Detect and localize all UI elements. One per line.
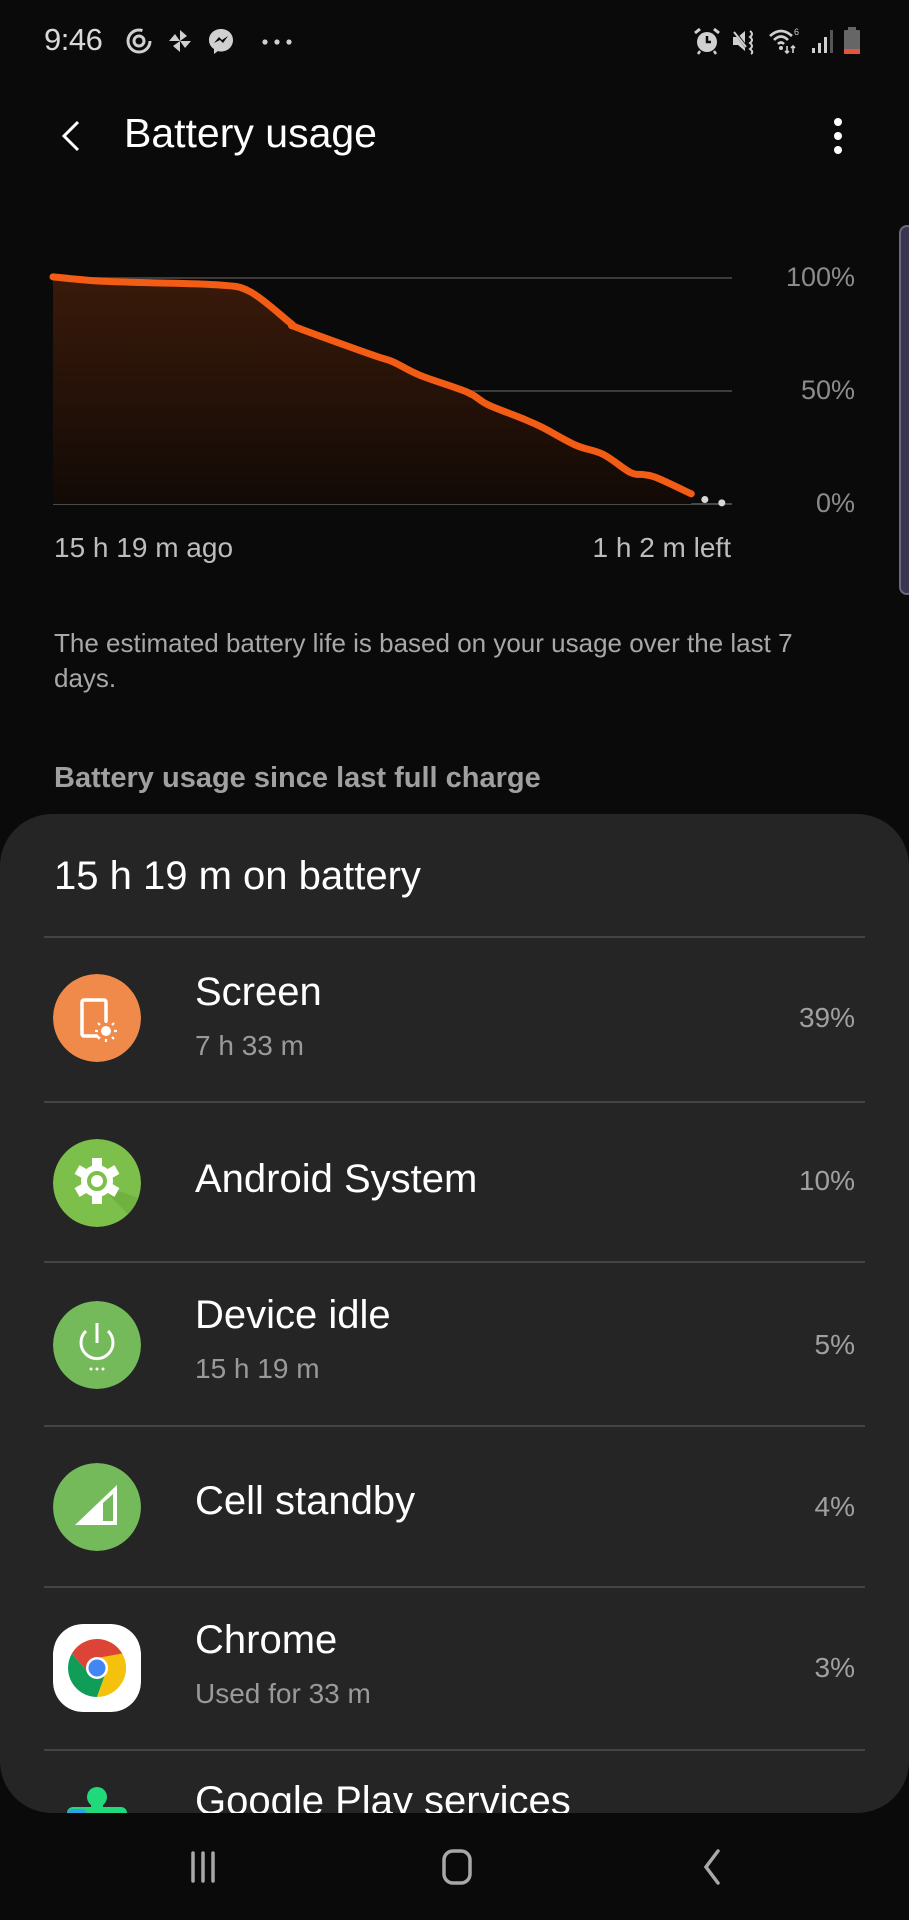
on-battery-duration: 15 h 19 m on battery xyxy=(54,854,421,898)
usage-item-percent: 4% xyxy=(814,1491,855,1522)
status-bar: 9:46 6 xyxy=(0,0,909,86)
sync-icon xyxy=(124,26,154,56)
back-chevron-icon xyxy=(61,120,80,152)
usage-item-screen[interactable]: Screen 7 h 33 m 39% xyxy=(0,938,909,1102)
usage-card: 15 h 19 m on battery Screen 7 h 33 m 39%… xyxy=(0,814,909,1813)
more-notifications-icon xyxy=(259,26,295,56)
home-button[interactable] xyxy=(427,1847,487,1887)
usage-item-percent: 5% xyxy=(814,1329,855,1360)
recents-icon xyxy=(191,1851,215,1883)
screen-brightness-icon xyxy=(53,974,141,1062)
usage-item-name: Android System xyxy=(195,1157,478,1201)
estimate-dot xyxy=(701,495,709,503)
usage-item-name: Cell standby xyxy=(195,1479,416,1523)
edge-panel-handle[interactable] xyxy=(899,225,909,595)
status-time: 9:46 xyxy=(44,22,103,57)
usage-item-android-system[interactable]: Android System 10% xyxy=(0,1103,909,1263)
usage-item-sub: Used for 33 m xyxy=(195,1678,371,1709)
section-header: Battery usage since last full charge xyxy=(54,762,541,794)
back-button[interactable] xyxy=(50,114,94,158)
battery-chart-svg xyxy=(49,273,732,507)
y-tick-50: 50% xyxy=(800,375,855,405)
usage-item-cell-standby[interactable]: Cell standby 4% xyxy=(0,1427,909,1587)
recents-button[interactable] xyxy=(173,1847,233,1887)
svg-text:6: 6 xyxy=(794,27,799,37)
chrome-icon xyxy=(53,1624,141,1712)
battery-chart: 100% 50% 0% 15 h 19 m ago 1 h 2 m left xyxy=(0,220,909,580)
power-icon xyxy=(53,1301,141,1389)
usage-item-percent: 39% xyxy=(798,1002,855,1033)
navigation-bar xyxy=(0,1813,909,1920)
pinwheel-app-icon xyxy=(165,26,195,56)
estimate-dot xyxy=(718,499,726,507)
usage-item-percent: 10% xyxy=(798,1165,855,1196)
usage-item-name: Device idle xyxy=(195,1293,391,1337)
usage-item-percent: 3% xyxy=(814,1652,855,1683)
alarm-icon xyxy=(692,26,722,56)
home-icon xyxy=(442,1849,472,1885)
usage-item-sub: 7 h 33 m xyxy=(195,1030,304,1061)
usage-item-google-play-services[interactable]: Google Play services xyxy=(0,1751,909,1813)
usage-item-name: Chrome xyxy=(195,1618,338,1662)
usage-item-name: Google Play services xyxy=(195,1779,571,1813)
app-bar: Battery usage xyxy=(0,86,909,186)
page-title: Battery usage xyxy=(124,110,377,156)
more-vertical-icon xyxy=(834,118,842,154)
x-label-start: 15 h 19 m ago xyxy=(54,532,234,563)
mute-vibrate-icon xyxy=(730,26,760,56)
back-icon xyxy=(703,1849,720,1885)
usage-item-sub: 15 h 19 m xyxy=(195,1353,320,1384)
system-back-button[interactable] xyxy=(682,1847,742,1887)
cell-signal-icon xyxy=(53,1463,141,1551)
usage-item-chrome[interactable]: Chrome Used for 33 m 3% xyxy=(0,1588,909,1750)
wifi-icon: 6 xyxy=(768,26,802,56)
usage-item-device-idle[interactable]: Device idle 15 h 19 m 5% xyxy=(0,1263,909,1427)
messenger-icon xyxy=(206,26,236,56)
google-play-services-icon xyxy=(53,1785,141,1813)
y-tick-100: 100% xyxy=(785,262,855,292)
x-label-end: 1 h 2 m left xyxy=(592,532,731,563)
usage-item-name: Screen xyxy=(195,970,322,1014)
gear-icon xyxy=(53,1139,141,1227)
battery-low-icon xyxy=(842,26,862,56)
estimate-description: The estimated battery life is based on y… xyxy=(54,628,793,693)
signal-icon xyxy=(810,26,834,56)
y-tick-0: 0% xyxy=(815,488,855,518)
more-options-button[interactable] xyxy=(820,112,856,160)
